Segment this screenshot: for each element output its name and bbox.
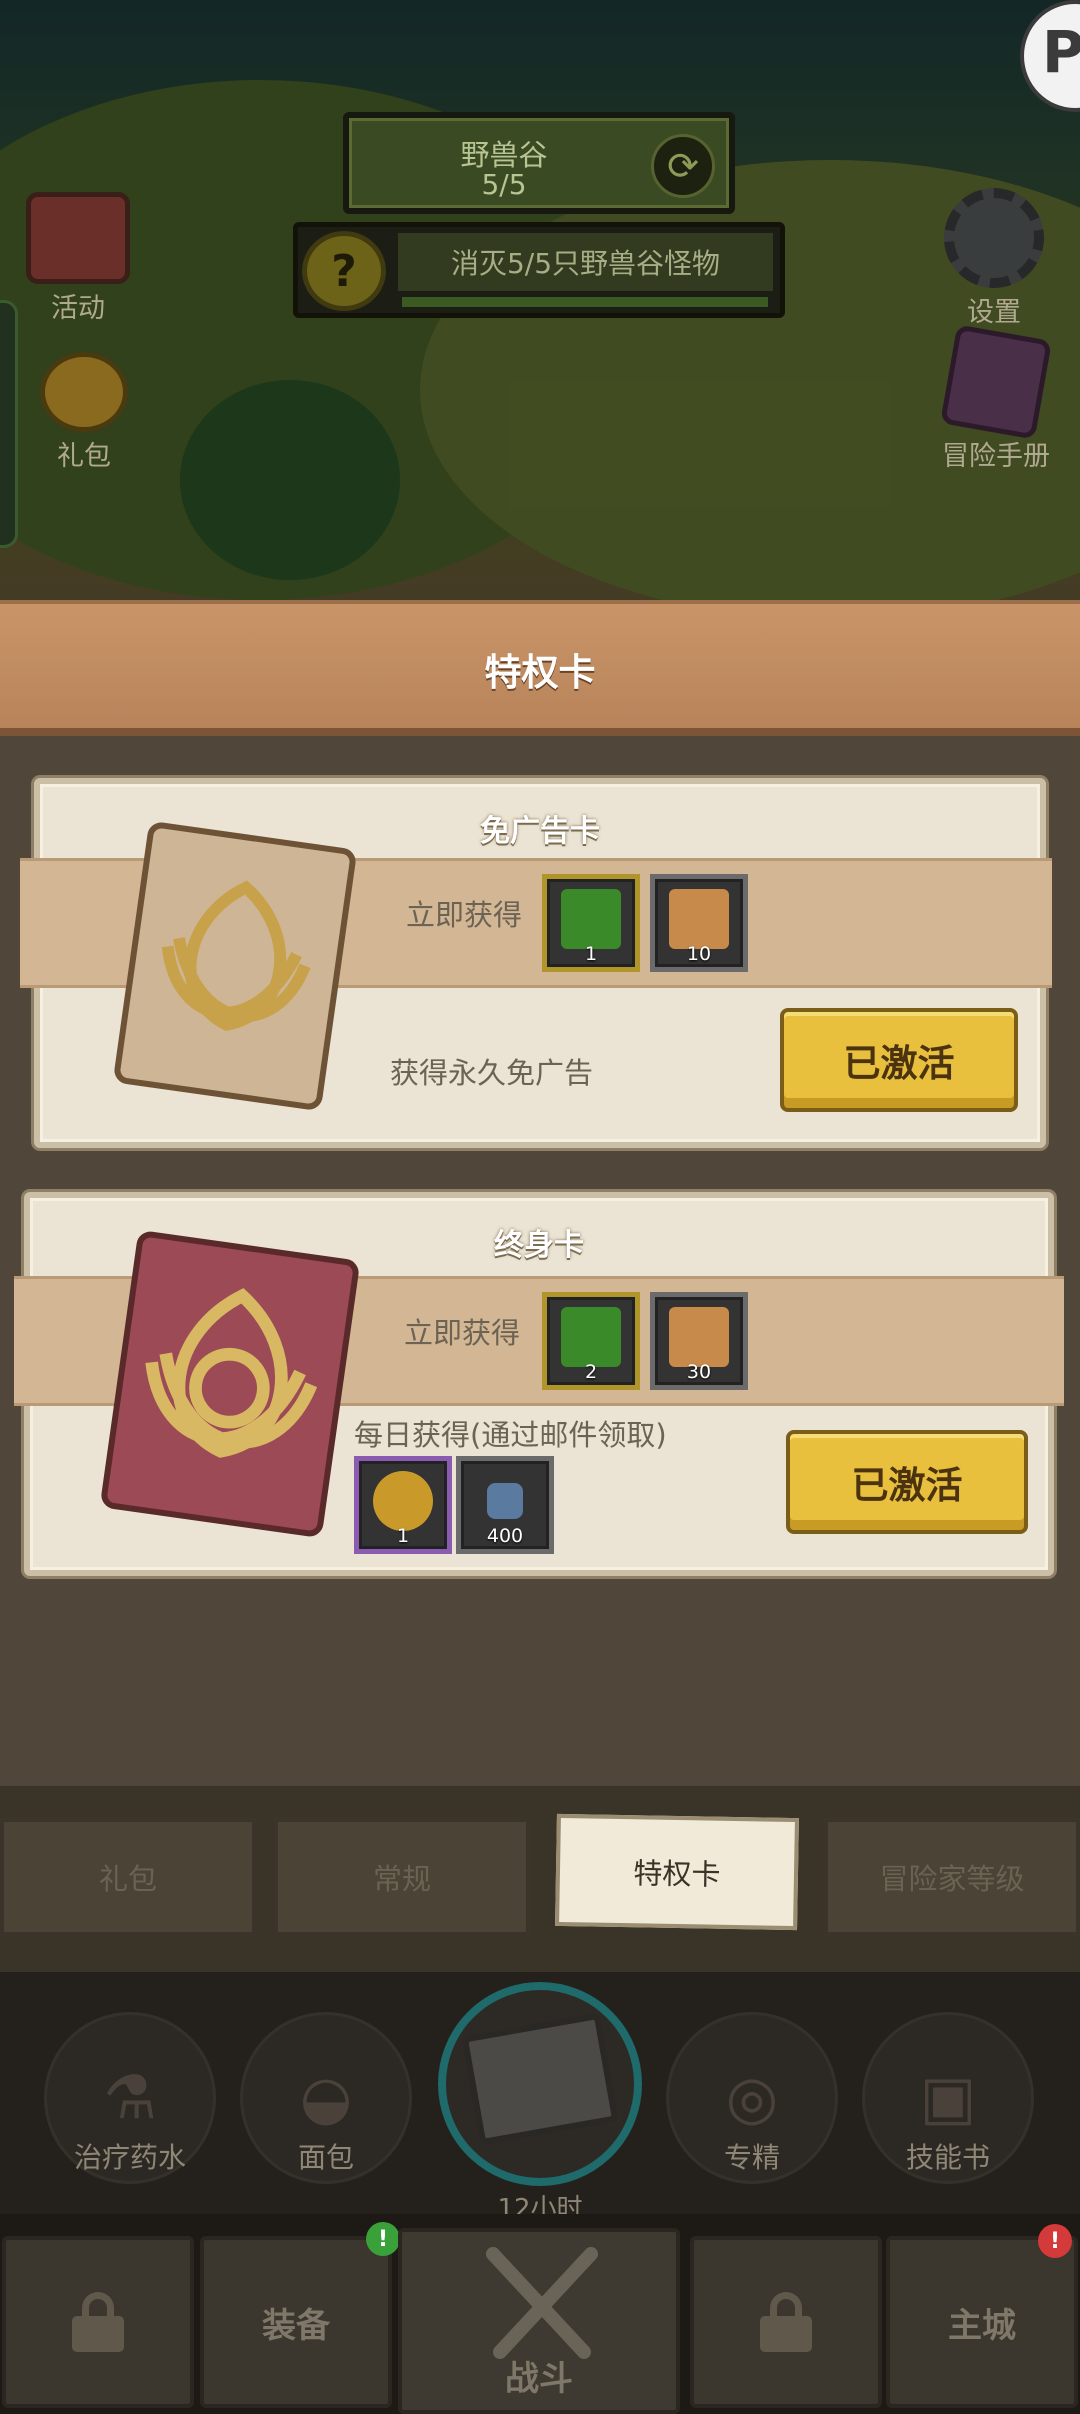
perk-text: 获得永久免广告 [390,1056,594,1090]
lock-icon [72,2292,124,2352]
nav-locked-1[interactable] [2,2236,194,2408]
adventure-handbook-label: 冒险手册 [942,441,1050,472]
triquetra-knot-icon [161,880,311,1032]
shortcut-label: 专精 [723,2141,780,2174]
gift-pack-label: 礼包 [57,441,111,472]
lock-icon [760,2292,812,2352]
tab-gift-pack[interactable]: 礼包 [0,1818,256,1936]
adventure-handbook-button[interactable]: 冒险手册 [926,324,1066,473]
item-count: 2 [584,1361,598,1383]
nav-equipment[interactable]: 装备 ! [200,2222,400,2408]
no-ads-card-art [112,820,358,1112]
nav-equipment-label: 装备 [262,2305,330,2346]
item-count: 1 [396,1525,410,1547]
events-label: 活动 [51,293,105,324]
shortcut-label: 面包 [297,2141,354,2174]
scroll-board-icon [26,192,130,284]
activated-button[interactable]: 已激活 [780,1008,1018,1112]
scroll-check-icon [669,889,729,949]
refresh-icon: ⟳ [667,144,699,188]
nav-battle[interactable]: 战斗 [398,2228,680,2414]
nav-main-city[interactable]: 主城 ! [886,2224,1078,2408]
instant-reward-label: 立即获得 [404,1316,521,1350]
daily-reward-item[interactable]: 1 [354,1456,452,1554]
question-mark-icon: ? [302,231,386,311]
quick-item-bar: ⚗ 治疗药水 ◒ 面包 12小时 ◎ 专精 ▣ 技能书 [0,1972,1080,2224]
activated-button[interactable]: 已激活 [786,1430,1028,1534]
privilege-card-panel: 特权卡 免广告卡 立即获得 1 10 获得永久免广告 已激活 终身卡 立即获得 … [0,600,1080,1800]
panel-title: 特权卡 [484,651,596,694]
gem-icon [487,1483,523,1519]
level-info-box: 野兽谷 5/5 ⟳ [343,112,735,214]
quest-text: 消灭5/5只野兽谷怪物 [398,233,773,291]
shortcut-label: 治疗药水 [73,2141,186,2174]
quest-icon-glyph: ? [331,245,357,297]
gift-coin-icon [40,352,128,432]
settings-label: 设置 [967,297,1021,328]
triquetra-knot-icon [145,1288,318,1458]
quest-tracker[interactable]: ? 消灭5/5只野兽谷怪物 [293,222,785,318]
shortcut-healing-potion[interactable]: ⚗ 治疗药水 [44,2012,216,2184]
timed-chest-button[interactable]: 12小时 [438,1982,642,2224]
tab-regular[interactable]: 常规 [274,1818,530,1936]
instant-reward-label: 立即获得 [406,898,523,932]
settings-button[interactable]: 设置 [934,188,1054,329]
notification-badge: ! [366,2222,400,2256]
reward-item[interactable]: 30 [650,1292,748,1390]
book-icon [940,324,1052,440]
shop-tabs: 礼包 常规 特权卡 冒险家等级 [0,1786,1080,1972]
bottom-navigation: 装备 ! 战斗 主城 ! [0,2214,1080,2414]
level-progress: 5/5 [481,168,527,201]
nav-main-city-label: 主城 [948,2305,1016,2346]
reward-item[interactable]: 2 [542,1292,640,1390]
tab-privilege-card[interactable]: 特权卡 [555,1813,799,1931]
chest-icon [461,2012,619,2146]
chest-check-icon [561,889,621,949]
lifetime-card-art [99,1229,361,1539]
daily-reward-item[interactable]: 400 [456,1456,554,1554]
shortcut-mastery[interactable]: ◎ 专精 [666,2012,838,2184]
gold-pile-icon [373,1471,433,1531]
reward-item[interactable]: 1 [542,874,640,972]
item-count: 400 [486,1525,524,1547]
shortcut-skill-book[interactable]: ▣ 技能书 [862,2012,1034,2184]
gift-pack-button[interactable]: 礼包 [24,352,144,473]
shortcut-bread[interactable]: ◒ 面包 [240,2012,412,2184]
gear-icon [944,188,1044,288]
item-count: 30 [686,1361,712,1383]
reward-item[interactable]: 10 [650,874,748,972]
item-count: 10 [686,943,712,965]
panel-header: 特权卡 [0,600,1080,736]
events-button[interactable]: 活动 [18,192,138,325]
badge-text: ! [1049,2228,1061,2254]
nav-battle-label: 战斗 [505,2358,573,2399]
chest-check-icon [561,1307,621,1367]
item-count: 1 [584,943,598,965]
corner-badge-letter: P [1042,18,1080,86]
daily-reward-label: 每日获得(通过邮件领取) [354,1418,667,1452]
quest-progress-bar [402,297,768,307]
notification-badge: ! [1038,2224,1072,2258]
badge-text: ! [377,2226,389,2252]
shortcut-label: 技能书 [905,2141,990,2174]
tab-adventurer-level[interactable]: 冒险家等级 [824,1818,1080,1936]
left-drawer-tab[interactable] [0,300,18,548]
refresh-level-button[interactable]: ⟳ [651,134,715,198]
nav-locked-2[interactable] [690,2236,882,2408]
scroll-check-icon [669,1307,729,1367]
